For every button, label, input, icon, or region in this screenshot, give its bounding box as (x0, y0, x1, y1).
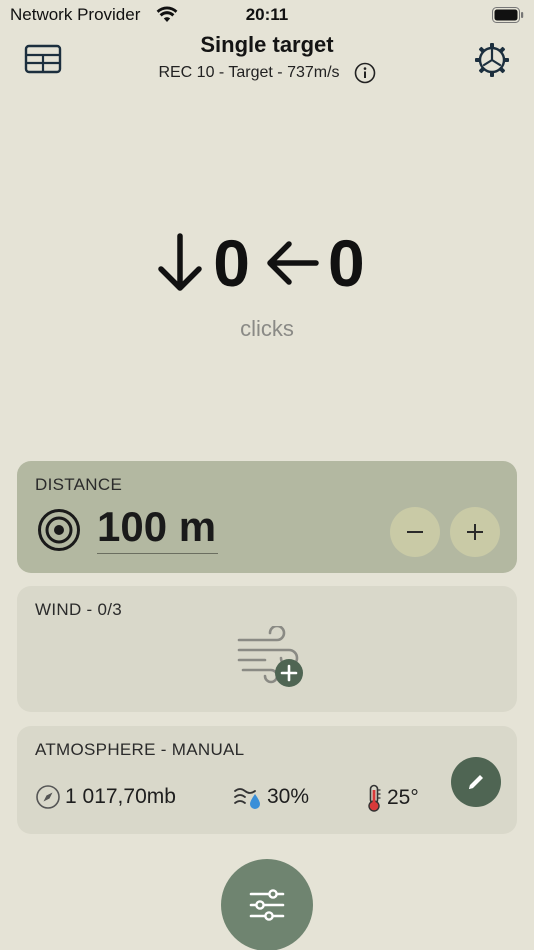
pressure-item: 1 017,70mb (35, 784, 176, 810)
wind-add-icon[interactable] (237, 626, 305, 688)
horizontal-clicks-value: 0 (328, 226, 365, 300)
target-icon (38, 509, 80, 551)
pencil-icon (469, 775, 483, 789)
humidity-value: 30% (267, 785, 310, 808)
info-icon[interactable] (354, 62, 376, 84)
humidity-item: 30% (233, 784, 309, 810)
temperature-item: 25° (365, 784, 419, 812)
pressure-value: 1 017,70mb (65, 785, 176, 808)
edit-atmosphere-button[interactable] (451, 757, 501, 807)
status-bar: Network Provider 20:11 (0, 0, 534, 30)
sliders-icon (249, 889, 285, 921)
status-time: 20:11 (245, 5, 289, 24)
wind-card[interactable]: WIND - 0/3 (17, 586, 517, 712)
distance-label: DISTANCE (35, 475, 123, 494)
temperature-value: 25° (387, 786, 419, 809)
atmosphere-label: ATMOSPHERE - MANUAL (35, 740, 245, 759)
clicks-readout: 0 0 (0, 225, 534, 301)
wind-label: WIND - 0/3 (35, 600, 123, 619)
header: Single target REC 10 - Target - 737m/s (0, 30, 534, 90)
decrease-distance-button[interactable] (390, 507, 440, 557)
atmosphere-card: ATMOSPHERE - MANUAL 1 017,70mb 30% 25° (17, 726, 517, 834)
distance-card: DISTANCE 100 m (17, 461, 517, 573)
increase-distance-button[interactable] (450, 507, 500, 557)
compass-icon (36, 785, 60, 809)
atmosphere-values: 1 017,70mb 30% 25° (35, 784, 435, 812)
vertical-clicks-value: 0 (213, 226, 250, 300)
settings-sliders-button[interactable] (221, 859, 313, 950)
thermometer-icon (368, 784, 381, 812)
clicks-unit-label: clicks (240, 316, 294, 341)
distance-value[interactable]: 100 m (97, 503, 219, 554)
gear-icon[interactable] (474, 42, 510, 78)
subtitle-row: REC 10 - Target - 737m/s (0, 62, 534, 84)
minus-icon (407, 531, 423, 533)
page-title: Single target (200, 32, 334, 57)
arrow-left-icon (267, 241, 319, 285)
battery-icon (492, 7, 524, 23)
arrow-down-icon (158, 233, 203, 291)
humidity-icon (234, 788, 260, 809)
ammo-profile-subtitle[interactable]: REC 10 - Target - 737m/s (158, 64, 339, 82)
plus-icon (467, 524, 483, 540)
